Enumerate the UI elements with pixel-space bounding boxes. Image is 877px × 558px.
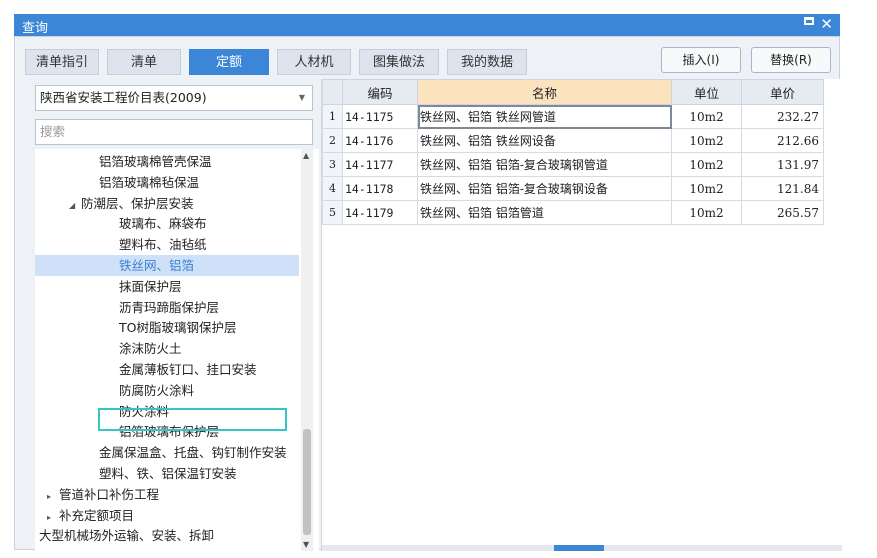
price-cell[interactable]: 212.66 xyxy=(741,128,824,153)
tree-item[interactable]: 玻璃布、麻袋布 xyxy=(35,213,299,234)
tree-item-label: 防潮层、保护层安装 xyxy=(81,195,194,211)
tree-item-label: TO树脂玻璃钢保护层 xyxy=(119,320,237,336)
tree-item-label: 防腐防火涂料 xyxy=(119,382,195,398)
tree-item[interactable]: ◢ 防潮层、保护层安装 xyxy=(35,193,299,214)
chevron-down-icon: ▼ xyxy=(298,93,305,102)
unit-cell[interactable]: 10m2 xyxy=(671,200,742,225)
table-row[interactable]: 1 14-1175 铁丝网、铝箔 铁丝网管道 10m2 232.27 xyxy=(322,104,824,129)
row-number[interactable]: 5 xyxy=(322,200,343,225)
tree-item[interactable]: ▸ 补充定额项目 xyxy=(35,505,299,526)
tree-item-label: 玻璃布、麻袋布 xyxy=(119,216,207,232)
tab-quota[interactable]: 定额 xyxy=(189,49,269,75)
tree-item-label: 金属薄板钉口、挂口安装 xyxy=(119,362,257,377)
tab-atlas-method[interactable]: 图集做法 xyxy=(359,49,439,75)
table-row[interactable]: 5 14-1179 铁丝网、铝箔 铝箔管道 10m2 265.57 xyxy=(322,200,824,225)
tree-item-label: 补充定额项目 xyxy=(59,507,135,523)
tab-bill-guide[interactable]: 清单指引 xyxy=(25,49,99,75)
scroll-thumb[interactable] xyxy=(554,545,604,551)
catalog-dropdown[interactable]: 陕西省安装工程价目表(2009) ▼ xyxy=(35,85,313,111)
unit-cell[interactable]: 10m2 xyxy=(671,152,742,177)
vertical-scrollbar[interactable]: ▲ ▼ xyxy=(301,149,313,551)
scroll-up-icon[interactable]: ▲ xyxy=(303,151,309,160)
close-icon[interactable]: ✕ xyxy=(820,15,833,33)
catalog-selected-value: 陕西省安装工程价目表(2009) xyxy=(40,90,207,105)
catalog-tree: 铝箔玻璃棉管壳保温 铝箔玻璃棉毡保温 ◢ 防潮层、保护层安装玻璃布、麻袋布 塑料布、油毡… xyxy=(35,149,319,551)
code-cell[interactable]: 14-1178 xyxy=(342,176,418,201)
window-title: 查询 xyxy=(22,21,49,36)
tree-item[interactable]: 铁丝网、铝箔 xyxy=(35,255,299,276)
row-number[interactable]: 3 xyxy=(322,152,343,177)
tree-item-label: 管道补口补伤工程 xyxy=(59,486,160,502)
scroll-thumb[interactable] xyxy=(303,429,311,535)
tree-item[interactable]: TO树脂玻璃钢保护层 xyxy=(35,317,299,338)
tree-item[interactable]: ▸大型机械场外运输、安装、拆卸 xyxy=(35,525,299,546)
query-window: 清单指引 清单 定额 人材机 图集做法 我的数据 插入(I) 替换(R) 陕西省… xyxy=(14,36,842,551)
tree-item-label: 铁丝网、铝箔 xyxy=(119,258,195,273)
code-cell[interactable]: 14-1179 xyxy=(342,200,418,225)
price-cell[interactable]: 265.57 xyxy=(741,200,824,225)
tree-item-label: 抹面保护层 xyxy=(119,278,182,294)
window-titlebar: 查询 ✕ xyxy=(14,14,840,36)
row-number-header xyxy=(322,79,343,105)
tree-item[interactable]: 塑料布、油毡纸 xyxy=(35,234,299,255)
code-cell[interactable]: 14-1176 xyxy=(342,128,418,153)
tree-item[interactable]: 铝箔玻璃棉毡保温 xyxy=(35,172,299,193)
unit-column-header[interactable]: 单位 xyxy=(671,79,742,105)
scroll-down-icon[interactable]: ▼ xyxy=(303,540,309,549)
tree-item[interactable]: 金属薄板钉口、挂口安装 xyxy=(35,359,299,380)
tab-labor-material[interactable]: 人材机 xyxy=(277,49,351,75)
price-column-header[interactable]: 单价 xyxy=(741,79,824,105)
tree-item[interactable]: 抹面保护层 xyxy=(35,276,299,297)
unit-cell[interactable]: 10m2 xyxy=(671,104,742,129)
name-column-header[interactable]: 名称 xyxy=(417,79,672,105)
price-cell[interactable]: 232.27 xyxy=(741,104,824,129)
unit-cell[interactable]: 10m2 xyxy=(671,128,742,153)
replace-button[interactable]: 替换(R) xyxy=(751,47,831,73)
row-number[interactable]: 1 xyxy=(322,104,343,129)
highlight-box xyxy=(98,408,287,431)
tree-item-label: 铝箔玻璃棉管壳保温 xyxy=(99,154,212,169)
horizontal-scrollbar[interactable] xyxy=(322,545,842,551)
tree-item[interactable]: 涂沫防火土 xyxy=(35,338,299,359)
name-cell[interactable]: 铁丝网、铝箔 铝箔管道 xyxy=(417,200,672,225)
table-row[interactable]: 3 14-1177 铁丝网、铝箔 铝箔-复合玻璃钢管道 10m2 131.97 xyxy=(322,152,824,177)
price-cell[interactable]: 121.84 xyxy=(741,176,824,201)
code-cell[interactable]: 14-1175 xyxy=(342,104,418,129)
name-cell[interactable]: 铁丝网、铝箔 铝箔-复合玻璃钢管道 xyxy=(417,152,672,177)
tree-item[interactable]: 塑料、铁、铝保温钉安装 xyxy=(35,463,299,484)
unit-cell[interactable]: 10m2 xyxy=(671,176,742,201)
row-number[interactable]: 4 xyxy=(322,176,343,201)
tree-item-label: 塑料、铁、铝保温钉安装 xyxy=(99,466,237,481)
code-cell[interactable]: 14-1177 xyxy=(342,152,418,177)
tree-item-label: 塑料布、油毡纸 xyxy=(119,237,207,253)
code-column-header[interactable]: 编码 xyxy=(342,79,418,105)
tab-bill[interactable]: 清单 xyxy=(107,49,181,75)
tree-item-label: 金属保温盒、托盘、钩钉制作安装 xyxy=(99,445,287,461)
tree-item[interactable]: 金属保温盒、托盘、钩钉制作安装 xyxy=(35,442,299,463)
results-table: 编码 名称 单位 单价 1 14-1175 铁丝网、铝箔 铁丝网管道 10m2 232.… xyxy=(322,79,824,225)
name-cell[interactable]: 铁丝网、铝箔 铁丝网设备 xyxy=(417,128,672,153)
row-number[interactable]: 2 xyxy=(322,128,343,153)
price-cell[interactable]: 131.97 xyxy=(741,152,824,177)
results-grid: 编码 名称 单位 单价 1 14-1175 铁丝网、铝箔 铁丝网管道 10m2 232.… xyxy=(321,79,842,551)
tree-item-label: 沥青玛蹄脂保护层 xyxy=(119,299,220,315)
tree-item-label: 涂沫防火土 xyxy=(119,341,182,357)
search-input[interactable]: 搜索 xyxy=(35,119,313,145)
tree-item-label: 铝箔玻璃棉毡保温 xyxy=(99,174,200,190)
tree-item-label: 大型机械场外运输、安装、拆卸 xyxy=(39,528,215,544)
tab-my-data[interactable]: 我的数据 xyxy=(447,49,527,75)
catalog-panel: 陕西省安装工程价目表(2009) ▼ 搜索 铝箔玻璃棉管壳保温 铝箔玻璃棉毡保温 ◢… xyxy=(35,85,319,551)
tree-item[interactable]: ▸ 管道补口补伤工程 xyxy=(35,484,299,505)
tree-item[interactable]: 防腐防火涂料 xyxy=(35,380,299,401)
maximize-icon[interactable] xyxy=(804,17,814,25)
name-cell[interactable]: 铁丝网、铝箔 铝箔-复合玻璃钢设备 xyxy=(417,176,672,201)
table-row[interactable]: 4 14-1178 铁丝网、铝箔 铝箔-复合玻璃钢设备 10m2 121.84 xyxy=(322,176,824,201)
name-cell[interactable]: 铁丝网、铝箔 铁丝网管道 xyxy=(417,104,672,129)
tree-item[interactable]: 沥青玛蹄脂保护层 xyxy=(35,297,299,318)
tree-item[interactable]: 铝箔玻璃棉管壳保温 xyxy=(35,151,299,172)
insert-button[interactable]: 插入(I) xyxy=(661,47,741,73)
table-row[interactable]: 2 14-1176 铁丝网、铝箔 铁丝网设备 10m2 212.66 xyxy=(322,128,824,153)
